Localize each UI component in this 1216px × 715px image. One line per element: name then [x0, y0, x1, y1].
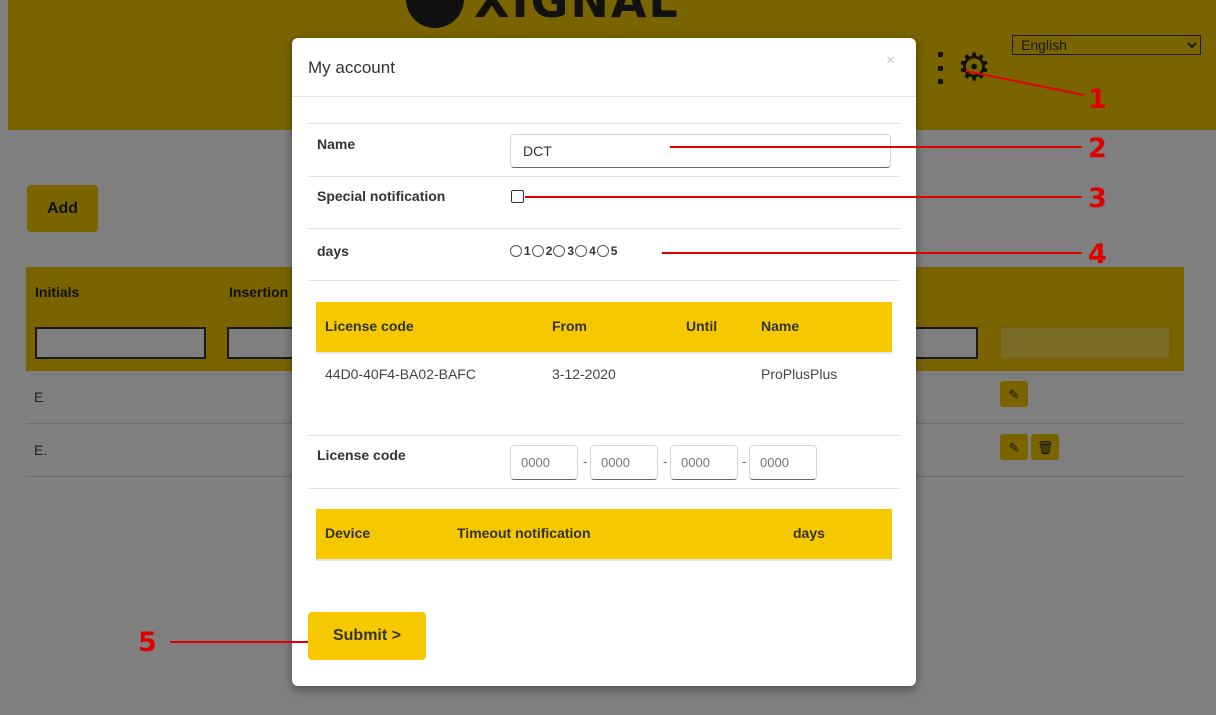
annotation-lines	[170, 70, 1085, 643]
annotation-1: 1	[1088, 84, 1107, 115]
annotation-4: 4	[1088, 239, 1107, 270]
annotation-2: 2	[1088, 133, 1107, 164]
annotation-5: 5	[138, 627, 157, 658]
annotation-3: 3	[1088, 183, 1107, 214]
